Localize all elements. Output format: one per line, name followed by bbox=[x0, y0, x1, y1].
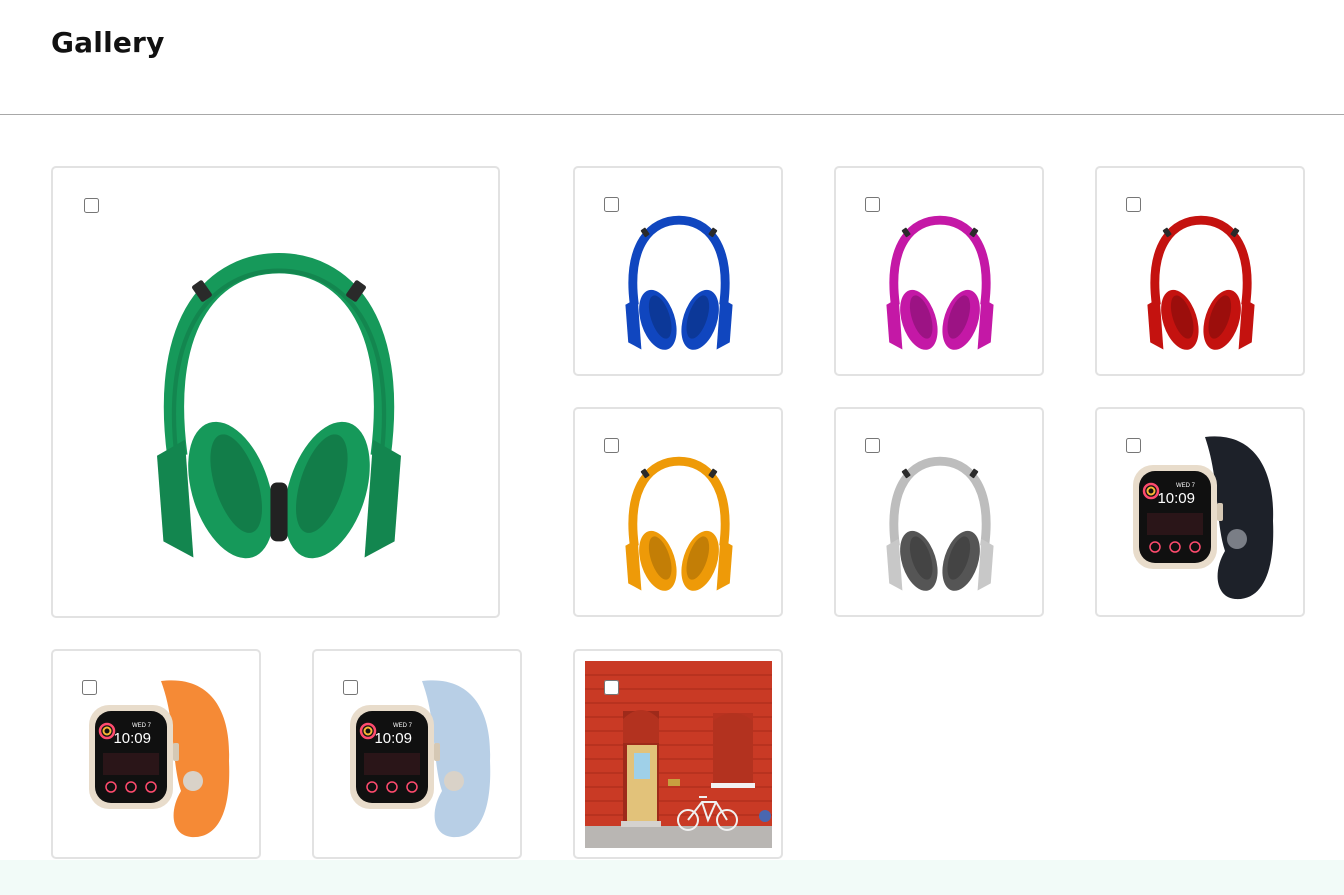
gallery-item[interactable] bbox=[51, 166, 500, 618]
watch-time: 10:09 bbox=[1157, 490, 1195, 507]
gallery-item[interactable]: WED 7 10:09 bbox=[51, 649, 261, 859]
gallery-item[interactable] bbox=[834, 166, 1044, 376]
select-checkbox[interactable] bbox=[865, 438, 880, 453]
watch-day: WED 7 bbox=[393, 723, 413, 729]
gallery-item[interactable] bbox=[1095, 166, 1305, 376]
headphones-image bbox=[157, 253, 401, 559]
footer-band bbox=[0, 860, 1344, 895]
watch-time: 10:09 bbox=[113, 730, 151, 747]
select-checkbox[interactable] bbox=[82, 680, 97, 695]
gallery-item[interactable] bbox=[834, 407, 1044, 617]
select-checkbox[interactable] bbox=[1126, 438, 1141, 453]
watch-day: WED 7 bbox=[132, 723, 152, 729]
select-checkbox[interactable] bbox=[84, 198, 99, 213]
page-title: Gallery bbox=[51, 26, 165, 59]
watch-day: WED 7 bbox=[1176, 483, 1196, 489]
gallery-item[interactable]: WED 7 10:09 bbox=[1095, 407, 1305, 617]
gallery-item[interactable]: WED 7 10:09 bbox=[312, 649, 522, 859]
watch-time: 10:09 bbox=[374, 730, 412, 747]
select-checkbox[interactable] bbox=[604, 438, 619, 453]
select-checkbox[interactable] bbox=[1126, 197, 1141, 212]
select-checkbox[interactable] bbox=[604, 680, 619, 695]
select-checkbox[interactable] bbox=[865, 197, 880, 212]
select-checkbox[interactable] bbox=[604, 197, 619, 212]
gallery-item[interactable] bbox=[573, 649, 783, 859]
gallery-item[interactable] bbox=[573, 166, 783, 376]
select-checkbox[interactable] bbox=[343, 680, 358, 695]
page-header: Gallery bbox=[0, 0, 1344, 115]
gallery-item[interactable] bbox=[573, 407, 783, 617]
